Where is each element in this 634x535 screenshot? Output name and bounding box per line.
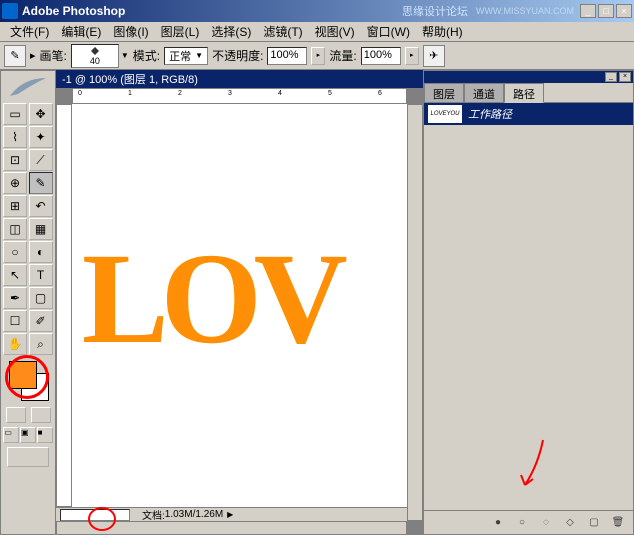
zoom-tool[interactable]: ⌕ (29, 333, 53, 355)
scrollbar-horizontal[interactable] (56, 521, 407, 535)
fill-path-icon[interactable]: ● (491, 516, 505, 530)
menubar: 文件(F) 编辑(E) 图像(I) 图层(L) 选择(S) 滤镜(T) 视图(V… (0, 22, 634, 42)
gradient-tool[interactable]: ▦ (29, 218, 53, 240)
menu-image[interactable]: 图像(I) (107, 21, 154, 42)
eyedropper-tool[interactable]: ✐ (29, 310, 53, 332)
zoom-input[interactable] (60, 509, 130, 521)
canvas-artwork: LOV (82, 224, 340, 374)
menu-filter[interactable]: 滤镜(T) (257, 21, 308, 42)
menu-edit[interactable]: 编辑(E) (55, 21, 107, 42)
toolbox-header-icon (3, 73, 53, 101)
blur-tool[interactable]: ○ (3, 241, 27, 263)
tab-paths[interactable]: 路径 (504, 83, 544, 103)
opacity-input[interactable]: 100% (267, 47, 307, 65)
crop-tool[interactable]: ⊡ (3, 149, 27, 171)
marquee-tool[interactable]: ▭ (3, 103, 27, 125)
flow-label: 流量: (329, 47, 356, 64)
history-brush-tool[interactable]: ↶ (29, 195, 53, 217)
watermark: WWW.MISSYUAN.COM (476, 6, 574, 16)
options-bar: ✎ ▸ 画笔: 40 ▼ 模式: 正常 ▼ 不透明度: 100% ▸ 流量: 1… (0, 42, 634, 70)
standard-mode-button[interactable] (6, 407, 26, 423)
slice-tool[interactable]: ⟋ (29, 149, 53, 171)
dodge-tool[interactable]: ◐ (29, 241, 53, 263)
doc-size-label: 文档: (142, 507, 165, 522)
menu-select[interactable]: 选择(S) (205, 21, 257, 42)
new-path-icon[interactable]: ▢ (587, 516, 601, 530)
path-item-work[interactable]: LOVEYOU 工作路径 (424, 103, 633, 125)
minimize-button[interactable]: _ (580, 4, 596, 18)
path-name: 工作路径 (468, 106, 512, 122)
opacity-label: 不透明度: (212, 47, 263, 64)
jump-to-imageready[interactable] (7, 447, 49, 467)
menu-window[interactable]: 窗口(W) (361, 21, 416, 42)
brush-tool[interactable]: ✎ (29, 172, 53, 194)
path-select-tool[interactable]: ↖ (3, 264, 27, 286)
opacity-slider-button[interactable]: ▸ (311, 47, 325, 65)
pen-tool[interactable]: ✒ (3, 287, 27, 309)
airbrush-toggle[interactable]: ✈ (423, 45, 445, 67)
heal-tool[interactable]: ⊕ (3, 172, 27, 194)
brush-size-value: 40 (90, 56, 100, 66)
brush-label: 画笔: (40, 47, 67, 64)
menu-file[interactable]: 文件(F) (4, 21, 55, 42)
notes-tool[interactable]: ☐ (3, 310, 27, 332)
panel-footer: ● ○ ◌ ◇ ▢ 🗑 (424, 510, 633, 534)
paths-panel: _ × 图层 通道 路径 LOVEYOU 工作路径 ● ○ ◌ ◇ ▢ 🗑 (423, 70, 634, 535)
document-title: -1 @ 100% (图层 1, RGB/8) (56, 70, 423, 88)
brush-preset-picker[interactable]: 40 (71, 44, 119, 68)
hand-tool[interactable]: ✋ (3, 333, 27, 355)
canvas[interactable]: LOV (72, 104, 407, 507)
titlebar: Adobe Photoshop 思缘设计论坛 WWW.MISSYUAN.COM … (0, 0, 634, 22)
stroke-path-icon[interactable]: ○ (515, 516, 529, 530)
blend-mode-dropdown[interactable]: 正常 ▼ (164, 47, 208, 65)
panel-minimize-button[interactable]: _ (605, 72, 617, 82)
tab-channels[interactable]: 通道 (464, 83, 504, 102)
status-menu-arrow[interactable]: ▶ (227, 510, 233, 519)
screen-mode-standard[interactable]: ▭ (3, 427, 19, 443)
screen-mode-full[interactable]: ■ (37, 427, 53, 443)
annotation-arrow (513, 435, 553, 495)
maximize-button[interactable]: □ (598, 4, 614, 18)
close-button[interactable]: × (616, 4, 632, 18)
scrollbar-vertical[interactable] (407, 104, 423, 521)
flow-slider-button[interactable]: ▸ (405, 47, 419, 65)
document-window: -1 @ 100% (图层 1, RGB/8) 0 1 2 3 4 5 6 LO… (56, 70, 423, 535)
ruler-horizontal: 0 1 2 3 4 5 6 (72, 88, 407, 104)
foreground-color[interactable] (9, 361, 37, 389)
stamp-tool[interactable]: ⊞ (3, 195, 27, 217)
type-tool[interactable]: T (29, 264, 53, 286)
quickmask-mode-button[interactable] (31, 407, 51, 423)
move-tool[interactable]: ✥ (29, 103, 53, 125)
panel-titlebar: _ × (424, 71, 633, 83)
toolbox: ▭ ✥ ⌇ ✦ ⊡ ⟋ ⊕ ✎ ⊞ ↶ ◫ ▦ ○ ◐ ↖ T ✒ ▢ ☐ ✐ … (0, 70, 56, 535)
selection-to-path-icon[interactable]: ◇ (563, 516, 577, 530)
mode-label: 模式: (133, 47, 160, 64)
menu-layer[interactable]: 图层(L) (155, 21, 206, 42)
mode-value: 正常 (169, 48, 191, 64)
tab-layers[interactable]: 图层 (424, 83, 464, 102)
color-swatches (3, 361, 53, 403)
flow-input[interactable]: 100% (361, 47, 401, 65)
screen-mode-full-menu[interactable]: ▣ (20, 427, 36, 443)
delete-path-icon[interactable]: 🗑 (611, 516, 625, 530)
ruler-vertical (56, 104, 72, 507)
menu-help[interactable]: 帮助(H) (416, 21, 469, 42)
status-bar: 文档: 1.03M/1.26M ▶ (56, 507, 407, 521)
app-icon (2, 3, 18, 19)
panel-close-button[interactable]: × (619, 72, 631, 82)
forum-label: 思缘设计论坛 (402, 3, 468, 19)
doc-size-value: 1.03M/1.26M (165, 509, 223, 520)
shape-tool[interactable]: ▢ (29, 287, 53, 309)
current-tool-icon[interactable]: ✎ (4, 45, 26, 67)
path-to-selection-icon[interactable]: ◌ (539, 516, 553, 530)
eraser-tool[interactable]: ◫ (3, 218, 27, 240)
wand-tool[interactable]: ✦ (29, 126, 53, 148)
app-title: Adobe Photoshop (22, 4, 402, 18)
lasso-tool[interactable]: ⌇ (3, 126, 27, 148)
menu-view[interactable]: 视图(V) (309, 21, 361, 42)
panel-body (424, 125, 633, 510)
path-thumbnail: LOVEYOU (428, 105, 462, 123)
